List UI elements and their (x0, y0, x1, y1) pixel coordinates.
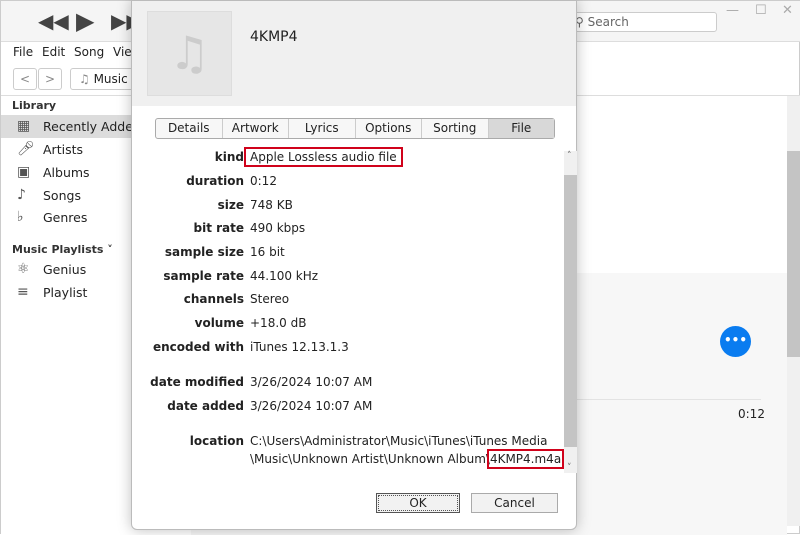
more-options-button[interactable]: ••• (720, 326, 751, 357)
field-label: bit rate (193, 221, 244, 235)
song-duration: 0:12 (738, 407, 765, 421)
forward-button[interactable]: > (38, 68, 62, 90)
field-label: size (217, 198, 244, 212)
field-value-kind: Apple Lossless audio file (244, 147, 403, 167)
scroll-thumb[interactable] (787, 151, 800, 357)
field-label: sample size (164, 245, 244, 259)
field-label: date added (167, 399, 244, 413)
tab-file[interactable]: File (488, 119, 554, 138)
location-line2: \Music\Unknown Artist\Unknown Album\4KMP… (250, 449, 565, 469)
cancel-button[interactable]: Cancel (471, 493, 558, 513)
tab-sorting[interactable]: Sorting (422, 119, 489, 138)
maximize-icon[interactable]: ☐ (755, 3, 767, 18)
field-value-bit-rate: 490 kbps (250, 221, 306, 235)
genres-icon: ♭ (17, 209, 24, 225)
field-label: channels (183, 292, 244, 306)
close-icon[interactable]: ✕ (782, 3, 793, 18)
field-value-date-modified: 3/26/2024 10:07 AM (250, 375, 373, 389)
song-title: 4KMP4 (250, 29, 298, 45)
field-value-encoded-with: iTunes 12.13.1.3 (250, 340, 349, 354)
tab-artwork[interactable]: Artwork (223, 119, 289, 138)
library-header: Library (12, 99, 57, 112)
back-button[interactable]: < (13, 68, 37, 90)
field-value-date-added: 3/26/2024 10:07 AM (250, 399, 373, 413)
menu-edit[interactable]: Edit (42, 45, 65, 59)
menu-file[interactable]: File (13, 45, 33, 59)
grid-icon: ▦ (17, 118, 31, 134)
main-scrollbar[interactable] (787, 96, 800, 526)
note-icon: ♪ (17, 187, 26, 203)
music-note-icon: ♫ (79, 72, 94, 86)
minimize-icon[interactable]: — (726, 3, 739, 18)
dialog-scrollbar[interactable]: ˄ ˅ (564, 151, 577, 473)
playlists-header[interactable]: Music Playlists ˅ (12, 243, 113, 256)
field-label: date modified (150, 375, 244, 389)
tab-lyrics[interactable]: Lyrics (289, 119, 356, 138)
field-label: kind (214, 150, 244, 164)
field-label: volume (194, 316, 244, 330)
field-value-channels: Stereo (250, 292, 290, 306)
location-filename: 4KMP4.m4a (486, 449, 565, 469)
playlist-icon: ≡ (17, 284, 29, 300)
scroll-thumb[interactable] (564, 175, 577, 447)
song-info-dialog: ♫ 4KMP4 Details Artwork Lyrics Options S… (131, 0, 577, 530)
field-label: encoded with (152, 340, 244, 354)
field-value-volume: +18.0 dB (250, 316, 307, 330)
field-value-size: 748 KB (250, 198, 293, 212)
rewind-icon[interactable]: ◀◀ (38, 9, 69, 33)
location-line1: C:\Users\Administrator\Music\iTunes\iTun… (250, 434, 548, 448)
tab-bar: Details Artwork Lyrics Options Sorting F… (155, 118, 555, 139)
menu-song[interactable]: Song (74, 45, 104, 59)
album-icon: ▣ (17, 164, 31, 180)
ok-button[interactable]: OK (376, 493, 460, 513)
microphone-icon: 🎤︎ (17, 141, 35, 157)
tab-options[interactable]: Options (356, 119, 422, 138)
field-value-sample-rate: 44.100 kHz (250, 269, 319, 283)
tab-details[interactable]: Details (156, 119, 223, 138)
field-label: sample rate (163, 269, 244, 283)
artwork-placeholder-icon: ♫ (147, 11, 232, 96)
search-input[interactable]: ⚲ Search (568, 12, 717, 32)
field-label: duration (186, 174, 244, 188)
field-value-duration: 0:12 (250, 174, 277, 188)
genius-icon: ⚛ (17, 261, 30, 277)
play-icon[interactable]: ▶ (76, 7, 94, 35)
field-label: location (189, 434, 244, 448)
field-value-sample-size: 16 bit (250, 245, 285, 259)
